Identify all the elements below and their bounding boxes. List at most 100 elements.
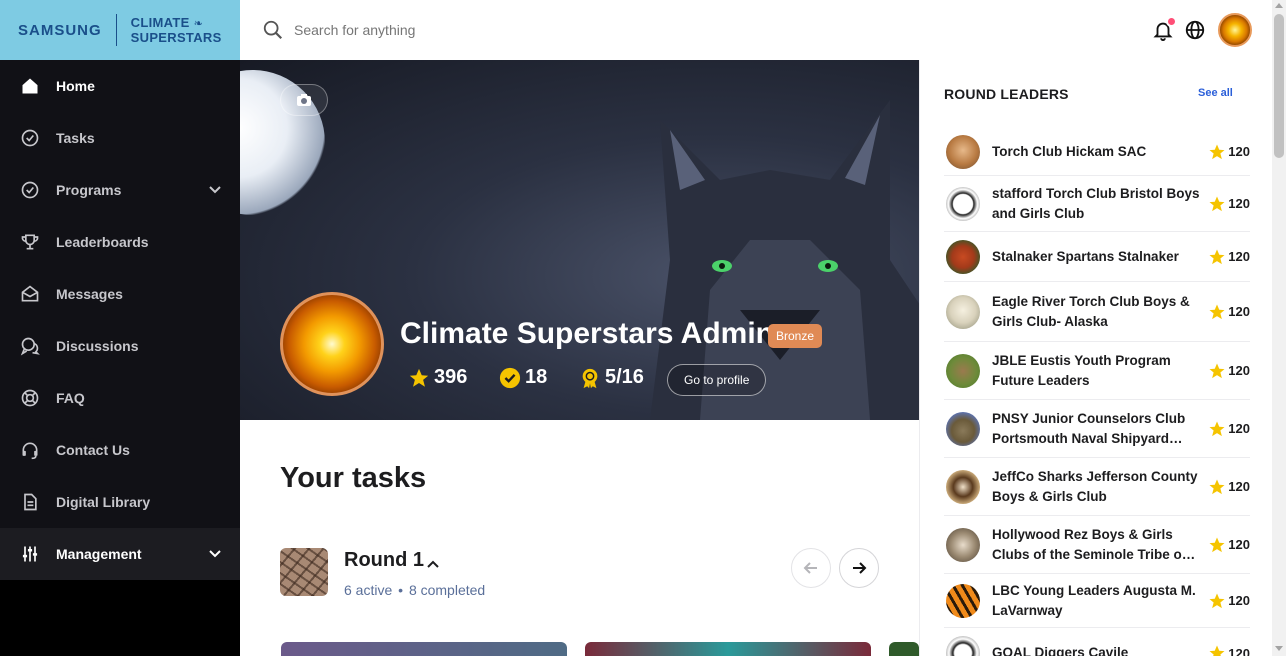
sliders-icon — [20, 544, 40, 564]
star-icon — [1209, 196, 1225, 211]
sidebar-item-messages[interactable]: Messages — [0, 268, 240, 320]
leader-points-value: 120 — [1228, 363, 1250, 378]
leader-points-value: 120 — [1228, 304, 1250, 319]
leader-row[interactable]: Eagle River Torch Club Boys & Girls Club… — [944, 282, 1250, 342]
sidebar-item-discussions[interactable]: Discussions — [0, 320, 240, 372]
leader-avatar — [946, 353, 980, 388]
brand-logo[interactable]: SAMSUNG CLIMATE ❧ SUPERSTARS — [0, 0, 240, 60]
change-cover-button[interactable] — [280, 84, 328, 116]
leader-row[interactable]: JBLE Eustis Youth Program Future Leaders… — [944, 342, 1250, 400]
profile-avatar[interactable] — [280, 292, 384, 396]
profile-name: Climate Superstars Admin — [400, 317, 774, 350]
scroll-down-arrow[interactable] — [1275, 646, 1283, 651]
leader-points: 120 — [1208, 248, 1250, 266]
sidebar-item-label: Tasks — [56, 130, 95, 146]
round-status: 6 active • 8 completed — [344, 582, 485, 598]
star-icon — [1209, 645, 1225, 656]
scroll-thumb[interactable] — [1274, 14, 1284, 158]
leader-points-value: 120 — [1228, 249, 1250, 264]
sidebar-item-digital-library[interactable]: Digital Library — [0, 476, 240, 528]
round-leaders-heading: ROUND LEADERS — [944, 86, 1069, 102]
user-avatar[interactable] — [1218, 13, 1252, 47]
logo-line-2: SUPERSTARS — [130, 29, 222, 45]
sidebar-item-label: Programs — [56, 182, 122, 198]
notification-dot — [1166, 16, 1177, 27]
sidebar-item-home[interactable]: Home — [0, 60, 240, 112]
search-icon[interactable] — [262, 19, 284, 41]
leader-name: Stalnaker Spartans Stalnaker — [992, 248, 1179, 264]
climate-superstars-logo-text: CLIMATE ❧ SUPERSTARS — [130, 14, 222, 45]
leader-avatar — [946, 469, 980, 504]
envelope-open-icon — [20, 284, 40, 304]
leader-name: GOAL Diggers Cavile — [992, 645, 1129, 656]
leader-points: 120 — [1208, 303, 1250, 321]
leader-row[interactable]: GOAL Diggers Cavile 120 — [944, 628, 1250, 656]
leader-avatar — [946, 294, 980, 329]
sidebar-item-leaderboards[interactable]: Leaderboards — [0, 216, 240, 268]
profile-hero: Climate Superstars Admin Bronze 396 18 5… — [240, 60, 919, 420]
leader-points: 120 — [1208, 195, 1250, 213]
check-circle-icon — [20, 128, 40, 148]
star-icon — [1209, 537, 1225, 552]
next-button[interactable] — [839, 548, 879, 588]
star-icon — [1209, 363, 1225, 378]
leader-avatar — [946, 583, 980, 618]
leader-points-value: 120 — [1228, 421, 1250, 436]
award-ribbon-icon — [582, 368, 598, 388]
leader-points-value: 120 — [1228, 479, 1250, 494]
leader-name: JBLE Eustis Youth Program Future Leaders — [992, 352, 1171, 388]
sidebar-item-label: Discussions — [56, 338, 139, 354]
leader-points: 120 — [1208, 143, 1250, 161]
home-icon — [20, 76, 40, 96]
sidebar: SAMSUNG CLIMATE ❧ SUPERSTARS Home Tasks P… — [0, 0, 240, 656]
check-circle-icon — [20, 180, 40, 200]
leader-row[interactable]: Stalnaker Spartans Stalnaker 120 — [944, 232, 1250, 282]
star-icon — [1209, 593, 1225, 608]
round-title[interactable]: Round 1 — [344, 549, 424, 572]
chevron-up-icon[interactable] — [426, 557, 440, 571]
see-all-link[interactable]: See all — [1198, 87, 1233, 99]
leader-row[interactable]: Torch Club Hickam SAC 120 — [944, 128, 1250, 176]
task-card[interactable] — [585, 642, 871, 656]
sidebar-item-tasks[interactable]: Tasks — [0, 112, 240, 164]
leader-row[interactable]: Hollywood Rez Boys & Girls Clubs of the … — [944, 516, 1250, 574]
leader-points-value: 120 — [1228, 593, 1250, 608]
chevron-down-icon[interactable] — [208, 182, 222, 196]
leader-avatar — [946, 186, 980, 221]
go-to-profile-button[interactable]: Go to profile — [667, 364, 767, 396]
leader-points: 120 — [1208, 644, 1250, 656]
logo-line-1: CLIMATE — [130, 14, 190, 30]
sidebar-item-label: Leaderboards — [56, 234, 149, 250]
leaf-icon: ❧ — [193, 17, 204, 30]
sidebar-item-label: Management — [56, 546, 142, 562]
leader-points-value: 120 — [1228, 537, 1250, 552]
task-card[interactable] — [889, 642, 919, 656]
round-thumbnail — [280, 548, 328, 596]
leader-row[interactable]: stafford Torch Club Bristol Boys and Gir… — [944, 176, 1250, 232]
search-input[interactable] — [294, 18, 694, 42]
leader-name: Eagle River Torch Club Boys & Girls Club… — [992, 293, 1190, 329]
sidebar-item-contact-us[interactable]: Contact Us — [0, 424, 240, 476]
scroll-up-arrow[interactable] — [1275, 3, 1283, 8]
sidebar-item-faq[interactable]: FAQ — [0, 372, 240, 424]
previous-button[interactable] — [791, 548, 831, 588]
leader-row[interactable]: LBC Young Leaders Augusta M. LaVarnway 12… — [944, 574, 1250, 628]
leader-row[interactable]: JeffCo Sharks Jefferson County Boys & Gi… — [944, 458, 1250, 516]
leader-row[interactable]: PNSY Junior Counselors Club Portsmouth N… — [944, 400, 1250, 458]
page-scrollbar[interactable] — [1272, 0, 1286, 656]
sidebar-item-programs[interactable]: Programs — [0, 164, 240, 216]
points-stat: 396 — [408, 366, 467, 389]
trophy-icon — [20, 232, 40, 252]
rank-badge: Bronze — [768, 324, 823, 348]
globe-icon[interactable] — [1184, 19, 1206, 41]
tasks-completed-value: 18 — [525, 366, 548, 388]
leader-avatar — [946, 411, 980, 446]
leader-points-value: 120 — [1228, 196, 1250, 211]
sidebar-item-management[interactable]: Management — [0, 528, 240, 580]
leader-name: LBC Young Leaders Augusta M. LaVarnway — [992, 582, 1196, 618]
task-card[interactable] — [281, 642, 567, 656]
samsung-logo-text: SAMSUNG — [18, 21, 102, 39]
chevron-down-icon[interactable] — [208, 546, 222, 560]
camera-icon — [297, 94, 311, 106]
status-separator: • — [398, 582, 404, 598]
